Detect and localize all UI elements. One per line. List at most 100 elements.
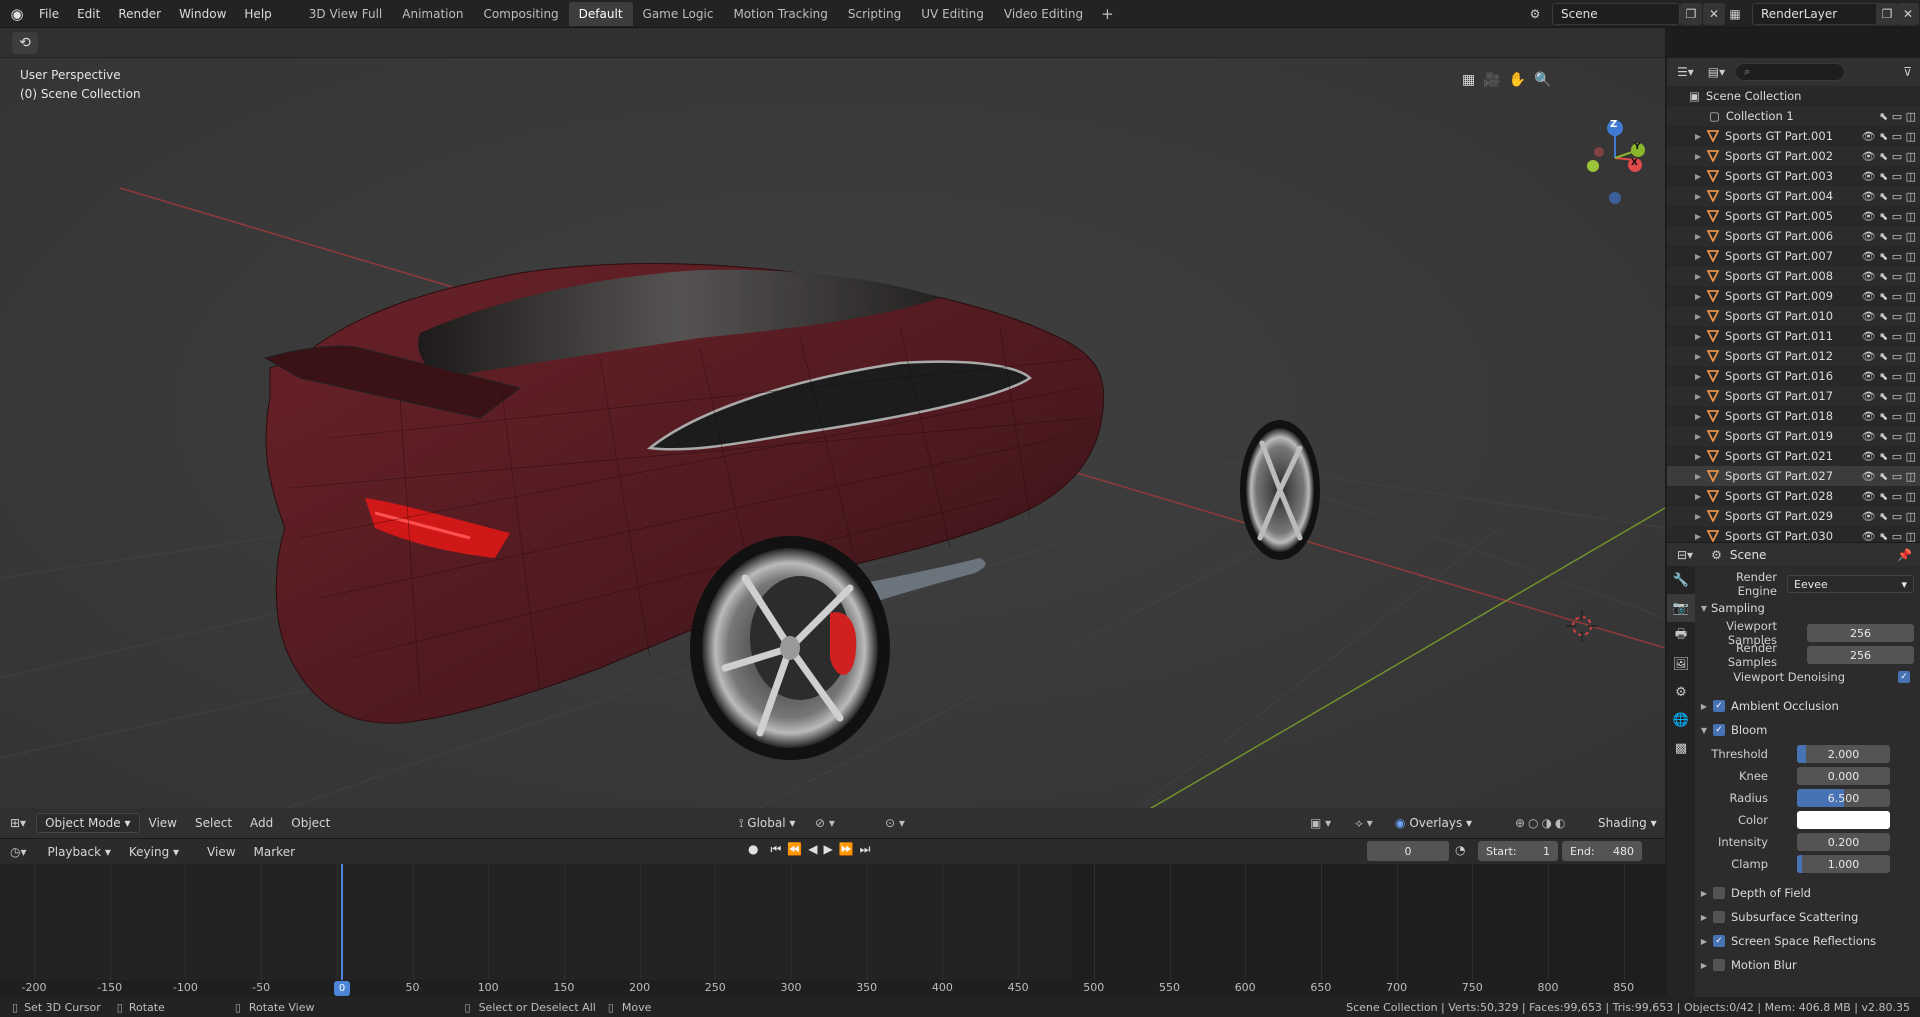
sampling-panel-header[interactable]: ▼ Sampling [1695,597,1920,619]
object-toggle-icons[interactable]: 👁 ⬉ ▭ ◫ [1862,190,1916,203]
object-toggle-icons[interactable]: 👁 ⬉ ▭ ◫ [1862,290,1916,303]
outliner-object-row[interactable]: ▶ Sports GT Part.007 👁 ⬉ ▭ ◫ [1667,246,1920,266]
start-frame-field[interactable]: Start: 1 [1478,841,1558,861]
marker-menu[interactable]: Marker [245,845,304,859]
shading-mode-icons[interactable]: ⊕○◑◐ [1515,816,1568,830]
object-toggle-icons[interactable]: 👁 ⬉ ▭ ◫ [1862,470,1916,483]
outliner-object-row[interactable]: ▶ Sports GT Part.030 👁 ⬉ ▭ ◫ [1667,526,1920,542]
motion-blur-checkbox[interactable] [1713,959,1725,971]
object-toggle-icons[interactable]: 👁 ⬉ ▭ ◫ [1862,410,1916,423]
playback-menu[interactable]: Playback ▾ [39,845,120,859]
editor-type-icon[interactable]: ⊞▾ [10,816,26,830]
outliner-object-row[interactable]: ▶ Sports GT Part.009 👁 ⬉ ▭ ◫ [1667,286,1920,306]
toggle-camera-view-icon[interactable]: ▦ [1462,72,1475,88]
knee-field[interactable]: 0.000 [1797,767,1890,785]
bloom-color-swatch[interactable] [1797,811,1890,829]
outliner-object-row[interactable]: ▶ Sports GT Part.021 👁 ⬉ ▭ ◫ [1667,446,1920,466]
object-toggle-icons[interactable]: 👁 ⬉ ▭ ◫ [1862,450,1916,463]
expand-arrow-icon[interactable]: ▶ [1695,152,1707,161]
timeline-area[interactable]: -200 -150 -100 -50 0 50 100 150 200 250 300 350 400 4… [0,864,1665,997]
camera-icon[interactable]: 🎥 [1483,72,1500,88]
active-tool-icon[interactable]: ⟲ [12,32,38,54]
subsurface-scattering-panel[interactable]: ▶ Subsurface Scattering [1695,906,1920,928]
menu-edit[interactable]: Edit [68,0,109,28]
view-layer-selector[interactable]: RenderLayer [1752,3,1880,25]
object-toggle-icons[interactable]: 👁 ⬉ ▭ ◫ [1862,530,1916,543]
shading-dropdown[interactable]: Shading ▾ [1598,816,1657,830]
texture-tab-icon[interactable]: ▩ [1667,734,1695,762]
outliner-object-row[interactable]: ▶ Sports GT Part.029 👁 ⬉ ▭ ◫ [1667,506,1920,526]
prev-keyframe-button[interactable]: ⏪ [787,842,802,857]
3d-viewport[interactable]: User Perspective (0) Scene Collection Z … [0,58,1665,838]
menu-render[interactable]: Render [109,0,170,28]
output-tab-icon[interactable]: 🖶 [1667,622,1695,650]
object-toggle-icons[interactable]: 👁 ⬉ ▭ ◫ [1862,250,1916,263]
new-scene-icon[interactable]: ❐ [1680,3,1702,25]
expand-arrow-icon[interactable]: ▶ [1695,272,1707,281]
outliner-object-row[interactable]: ▶ Sports GT Part.012 👁 ⬉ ▭ ◫ [1667,346,1920,366]
object-toggle-icons[interactable]: 👁 ⬉ ▭ ◫ [1862,130,1916,143]
tab-video-editing[interactable]: Video Editing [994,2,1093,26]
outliner-object-row[interactable]: ▶ Sports GT Part.001 👁 ⬉ ▭ ◫ [1667,126,1920,146]
object-toggle-icons[interactable]: 👁 ⬉ ▭ ◫ [1862,350,1916,363]
stopwatch-icon[interactable]: ◔ [1455,843,1465,857]
outliner-scene-collection[interactable]: ▣ Scene Collection [1667,86,1920,106]
outliner-object-row[interactable]: ▶ Sports GT Part.027 👁 ⬉ ▭ ◫ [1667,466,1920,486]
blender-logo-icon[interactable]: ◉ [4,1,30,27]
expand-arrow-icon[interactable]: ▶ [1695,312,1707,321]
tab-default[interactable]: Default [568,1,633,26]
end-frame-field[interactable]: End: 480 [1562,841,1642,861]
viewport-denoising-checkbox[interactable]: ✓ [1898,671,1910,683]
view-layer-icon[interactable]: ▦ [1724,3,1746,25]
expand-arrow-icon[interactable]: ▶ [1695,372,1707,381]
outliner-object-row[interactable]: ▶ Sports GT Part.010 👁 ⬉ ▭ ◫ [1667,306,1920,326]
bloom-panel-header[interactable]: ▼ ✓ Bloom [1695,719,1920,741]
outliner-object-row[interactable]: ▶ Sports GT Part.018 👁 ⬉ ▭ ◫ [1667,406,1920,426]
object-toggle-icons[interactable]: 👁 ⬉ ▭ ◫ [1862,490,1916,503]
intensity-field[interactable]: 0.200 [1797,833,1890,851]
radius-field[interactable]: 6.500 [1797,789,1890,807]
clamp-field[interactable]: 1.000 [1797,855,1890,873]
viewport-samples-field[interactable]: 256 [1807,624,1914,642]
screen-space-reflections-panel[interactable]: ▶ ✓ Screen Space Reflections [1695,930,1920,952]
pan-hand-icon[interactable]: ✋ [1509,72,1526,88]
visibility-icon[interactable]: ▣ ▾ [1310,816,1331,830]
scene-icon[interactable]: ⚙ [1524,3,1546,25]
view-layer-tab-icon[interactable]: 🖼 [1667,650,1695,678]
expand-arrow-icon[interactable]: ▶ [1695,132,1707,141]
tab-animation[interactable]: Animation [392,2,473,26]
object-toggle-icons[interactable]: 👁 ⬉ ▭ ◫ [1862,270,1916,283]
outliner-object-row[interactable]: ▶ Sports GT Part.002 👁 ⬉ ▭ ◫ [1667,146,1920,166]
object-toggle-icons[interactable]: 👁 ⬉ ▭ ◫ [1862,430,1916,443]
object-toggle-icons[interactable]: 👁 ⬉ ▭ ◫ [1862,150,1916,163]
expand-arrow-icon[interactable]: ▶ [1695,192,1707,201]
next-keyframe-button[interactable]: ⏩ [839,842,854,857]
outliner-collection-1[interactable]: ▢ Collection 1 ⬉ ▭ ◫ [1667,106,1920,126]
timeline-editor-type-icon[interactable]: ◷▾ [10,845,27,859]
menu-help[interactable]: Help [235,0,280,28]
tab-uv-editing[interactable]: UV Editing [911,2,994,26]
object-toggle-icons[interactable]: 👁 ⬉ ▭ ◫ [1862,230,1916,243]
render-engine-dropdown[interactable]: Eevee ▾ [1787,575,1914,593]
outliner-object-row[interactable]: ▶ Sports GT Part.005 👁 ⬉ ▭ ◫ [1667,206,1920,226]
screen-space-reflections-checkbox[interactable]: ✓ [1713,935,1725,947]
gizmo-toggle-icon[interactable]: ⟡ ▾ [1355,816,1373,831]
threshold-field[interactable]: 2.000 [1797,745,1890,763]
play-reverse-button[interactable]: ◀ [808,842,817,857]
expand-arrow-icon[interactable]: ▶ [1695,392,1707,401]
expand-arrow-icon[interactable]: ▶ [1695,212,1707,221]
filter-icon[interactable]: ⊽ [1903,65,1912,79]
expand-arrow-icon[interactable]: ▶ [1695,292,1707,301]
tab-3d-view-full[interactable]: 3D View Full [299,2,393,26]
outliner-object-row[interactable]: ▶ Sports GT Part.017 👁 ⬉ ▭ ◫ [1667,386,1920,406]
render-tab-icon[interactable]: 📷 [1667,594,1695,622]
transform-orientation-dropdown[interactable]: ⟟ Global ▾ [730,816,804,831]
object-toggle-icons[interactable]: 👁 ⬉ ▭ ◫ [1862,330,1916,343]
tab-game-logic[interactable]: Game Logic [633,2,724,26]
outliner-object-row[interactable]: ▶ Sports GT Part.006 👁 ⬉ ▭ ◫ [1667,226,1920,246]
ambient-occlusion-panel[interactable]: ▶ ✓ Ambient Occlusion [1695,695,1920,717]
expand-arrow-icon[interactable]: ▶ [1695,492,1707,501]
scene-tab-icon[interactable]: ⚙ [1667,678,1695,706]
outliner-search-input[interactable]: ⌕ [1735,63,1846,81]
menu-object[interactable]: Object [282,816,339,830]
